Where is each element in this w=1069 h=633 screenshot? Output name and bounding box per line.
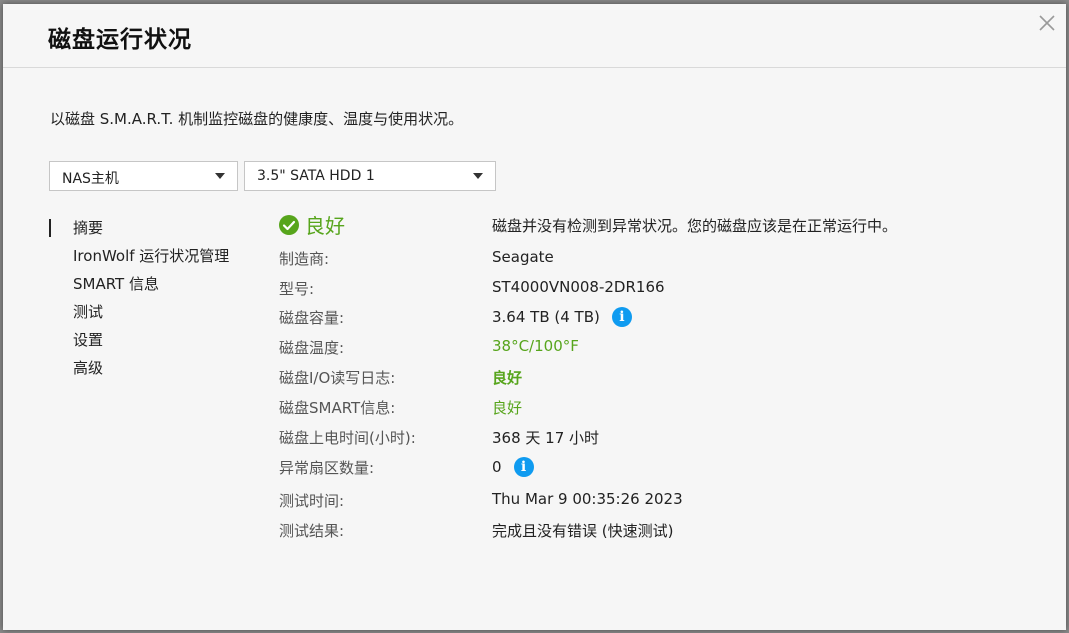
check-circle-icon [279,214,299,235]
field-value: 良好 [492,399,523,417]
field-value-wrap: 3.64 TB (4 TB) i [492,307,632,327]
field-value: ST4000VN008-2DR166 [492,278,665,296]
summary-panel: 良好 磁盘并没有检测到异常状况。您的磁盘应该是在正常运行中。 制造商: Seag… [279,210,1039,547]
field-value: 良好 [492,369,523,387]
field-smart-info: 磁盘SMART信息: 良好 [279,397,1039,427]
field-manufacturer: 制造商: Seagate [279,248,1039,278]
field-label: 测试时间: [279,492,345,510]
field-label: 磁盘上电时间(小时): [279,429,416,447]
nav-item-advanced[interactable]: 高级 [49,354,259,382]
nav-item-settings[interactable]: 设置 [49,326,259,354]
disk-select[interactable]: 3.5" SATA HDD 1 [244,161,496,191]
info-icon[interactable]: i [611,307,632,327]
field-label: 磁盘I/O读写日志: [279,369,396,387]
field-label: 磁盘SMART信息: [279,399,396,417]
status-row: 良好 磁盘并没有检测到异常状况。您的磁盘应该是在正常运行中。 [279,210,1039,244]
field-label: 异常扇区数量: [279,459,375,477]
field-value: 3.64 TB (4 TB) [492,308,600,326]
field-label: 磁盘容量: [279,309,345,327]
field-value: 368 天 17 小时 [492,429,600,447]
field-bad-sectors: 异常扇区数量: 0 i [279,457,1039,490]
field-value: 完成且没有错误 (快速测试) [492,522,674,540]
field-value: Seagate [492,248,554,266]
field-test-result: 测试结果: 完成且没有错误 (快速测试) [279,520,1039,550]
nav-item-ironwolf[interactable]: IronWolf 运行状况管理 [49,242,259,270]
info-icon[interactable]: i [513,457,534,477]
field-value: 38°C/100°F [492,337,579,355]
chevron-down-icon [473,173,483,179]
close-icon [1039,15,1055,31]
close-button[interactable] [1036,12,1058,34]
disk-health-dialog: 磁盘运行状况 以磁盘 S.M.A.R.T. 机制监控磁盘的健康度、温度与使用状况… [3,4,1066,630]
nav-item-smart-info[interactable]: SMART 信息 [49,270,259,298]
nav-item-test[interactable]: 测试 [49,298,259,326]
host-select-value: NAS主机 [62,171,119,187]
field-test-time: 测试时间: Thu Mar 9 00:35:26 2023 [279,490,1039,520]
host-select[interactable]: NAS主机 [49,161,238,191]
field-temperature: 磁盘温度: 38°C/100°F [279,337,1039,367]
dialog-header: 磁盘运行状况 [3,4,1066,68]
field-value: Thu Mar 9 00:35:26 2023 [492,490,683,508]
field-label: 测试结果: [279,522,345,540]
nav-item-summary[interactable]: 摘要 [49,214,259,242]
status-indicator: 良好 [279,210,345,239]
status-text: 良好 [305,214,345,238]
field-label: 制造商: [279,250,330,268]
status-message: 磁盘并没有检测到异常状况。您的磁盘应该是在正常运行中。 [492,217,898,235]
field-value-wrap: 0 i [492,457,534,477]
disk-select-value: 3.5" SATA HDD 1 [257,168,375,184]
field-value: 0 [492,458,502,476]
field-capacity: 磁盘容量: 3.64 TB (4 TB) i [279,307,1039,337]
chevron-down-icon [215,173,225,179]
dialog-description: 以磁盘 S.M.A.R.T. 机制监控磁盘的健康度、温度与使用状况。 [50,110,464,128]
field-model: 型号: ST4000VN008-2DR166 [279,278,1039,308]
field-power-on-hours: 磁盘上电时间(小时): 368 天 17 小时 [279,427,1039,457]
field-label: 型号: [279,280,315,298]
side-nav: 摘要 IronWolf 运行状况管理 SMART 信息 测试 设置 高级 [49,214,259,382]
dialog-title: 磁盘运行状况 [48,27,192,53]
field-io-log: 磁盘I/O读写日志: 良好 [279,367,1039,397]
field-label: 磁盘温度: [279,339,345,357]
